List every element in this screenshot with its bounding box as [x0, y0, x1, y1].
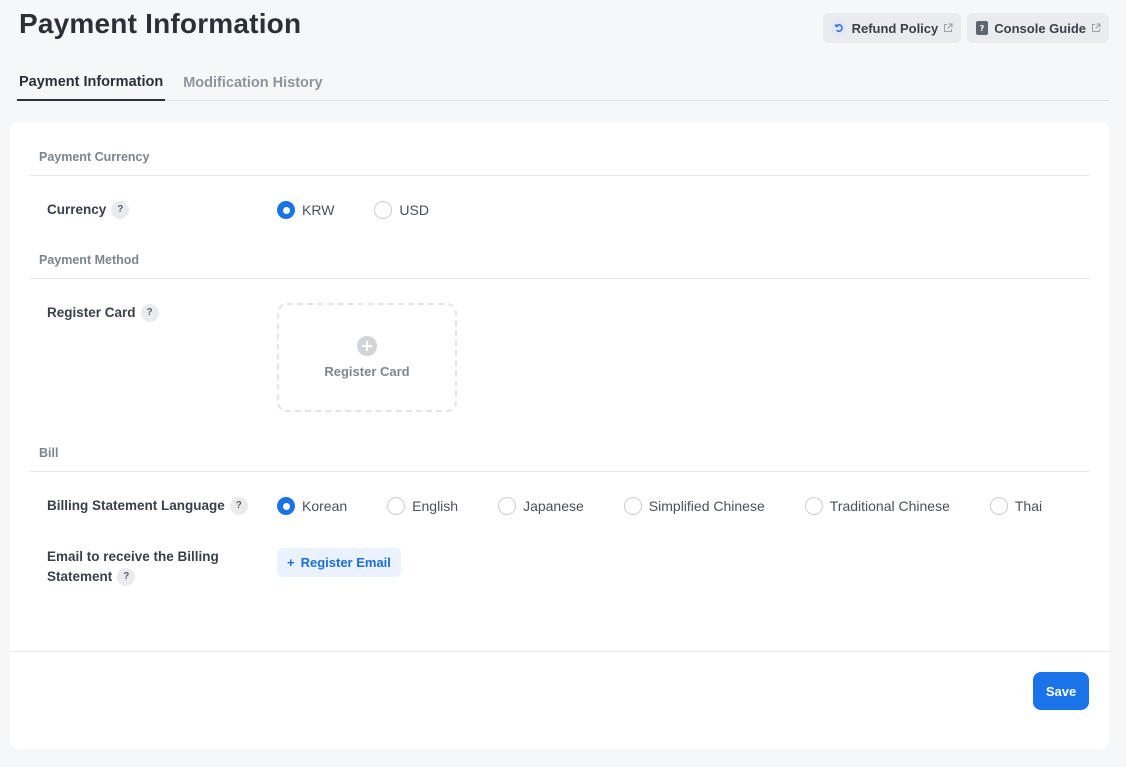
billing-email-label-line1: Email to receive the Billing: [47, 549, 219, 564]
currency-option-usd[interactable]: USD: [374, 201, 429, 219]
refund-policy-button[interactable]: Refund Policy: [822, 13, 962, 43]
billing-language-label-text: Billing Statement Language: [47, 498, 225, 513]
radio-unchecked-icon: [804, 497, 823, 515]
radio-label: Japanese: [523, 498, 584, 514]
language-option-japanese[interactable]: Japanese: [498, 497, 584, 515]
radio-checked-icon: [277, 201, 295, 219]
radio-unchecked-icon: [989, 497, 1008, 515]
divider: [29, 471, 1090, 472]
tab-modification-history[interactable]: Modification History: [181, 64, 324, 101]
billing-email-label-line2-row: Statement ?: [47, 567, 237, 587]
register-card-label: Register Card ?: [47, 303, 159, 323]
page-title: Payment Information: [19, 8, 302, 39]
register-email-label: Register Email: [300, 555, 391, 570]
help-icon[interactable]: ?: [111, 201, 130, 219]
svg-text:?: ?: [980, 24, 985, 33]
section-title-bill: Bill: [39, 446, 59, 460]
register-email-button[interactable]: + Register Email: [277, 548, 401, 577]
tab-payment-information[interactable]: Payment Information: [17, 64, 166, 101]
radio-unchecked-icon: [374, 201, 393, 219]
external-link-icon: [1091, 23, 1101, 33]
billing-language-label: Billing Statement Language ?: [47, 496, 248, 516]
payment-form-card: Payment Currency Currency ? KRW USD Paym…: [10, 122, 1109, 749]
billing-email-label: Email to receive the Billing Statement ?: [47, 547, 237, 587]
currency-radio-group: KRW USD: [277, 201, 429, 219]
footer-divider: [10, 651, 1109, 652]
section-title-payment-currency: Payment Currency: [39, 150, 150, 164]
billing-language-radio-group: Korean English Japanese Simplified Chine…: [277, 497, 1042, 515]
register-card-label-text: Register Card: [47, 305, 136, 320]
help-icon[interactable]: ?: [229, 497, 248, 515]
help-icon[interactable]: ?: [117, 568, 136, 586]
radio-checked-icon: [277, 497, 295, 515]
console-guide-button[interactable]: ? Console Guide: [967, 13, 1109, 43]
radio-label: KRW: [302, 202, 335, 218]
radio-unchecked-icon: [498, 497, 517, 515]
radio-unchecked-icon: [387, 497, 406, 515]
radio-label: Thai: [1014, 498, 1043, 514]
refresh-icon: [831, 20, 847, 36]
language-option-korean[interactable]: Korean: [277, 497, 347, 515]
currency-label-text: Currency: [47, 202, 107, 217]
book-icon: ?: [975, 20, 989, 36]
radio-label: Traditional Chinese: [829, 498, 950, 514]
section-title-payment-method: Payment Method: [39, 253, 140, 267]
register-card-button[interactable]: Register Card: [277, 303, 457, 412]
tab-bar: Payment Information Modification History: [17, 64, 1109, 101]
radio-label: English: [412, 498, 459, 514]
radio-unchecked-icon: [623, 497, 642, 515]
language-option-simplified-chinese[interactable]: Simplified Chinese: [623, 497, 765, 515]
plus-circle-icon: [357, 336, 377, 356]
radio-label: Korean: [302, 498, 348, 514]
save-button[interactable]: Save: [1033, 672, 1089, 710]
console-guide-label: Console Guide: [994, 20, 1086, 36]
billing-email-label-line2: Statement: [47, 569, 113, 584]
register-card-button-label: Register Card: [324, 364, 410, 379]
radio-label: Simplified Chinese: [648, 498, 765, 514]
language-option-traditional-chinese[interactable]: Traditional Chinese: [804, 497, 950, 515]
top-actions: Refund Policy ? Console Guide: [822, 13, 1109, 43]
radio-label: USD: [399, 202, 429, 218]
refund-policy-label: Refund Policy: [851, 20, 939, 36]
language-option-english[interactable]: English: [387, 497, 458, 515]
currency-label: Currency ?: [47, 200, 130, 220]
language-option-thai[interactable]: Thai: [989, 497, 1043, 515]
divider: [29, 278, 1090, 279]
plus-icon: +: [287, 555, 295, 570]
help-icon[interactable]: ?: [140, 304, 159, 322]
external-link-icon: [943, 23, 953, 33]
currency-option-krw[interactable]: KRW: [277, 201, 334, 219]
divider: [29, 175, 1090, 176]
